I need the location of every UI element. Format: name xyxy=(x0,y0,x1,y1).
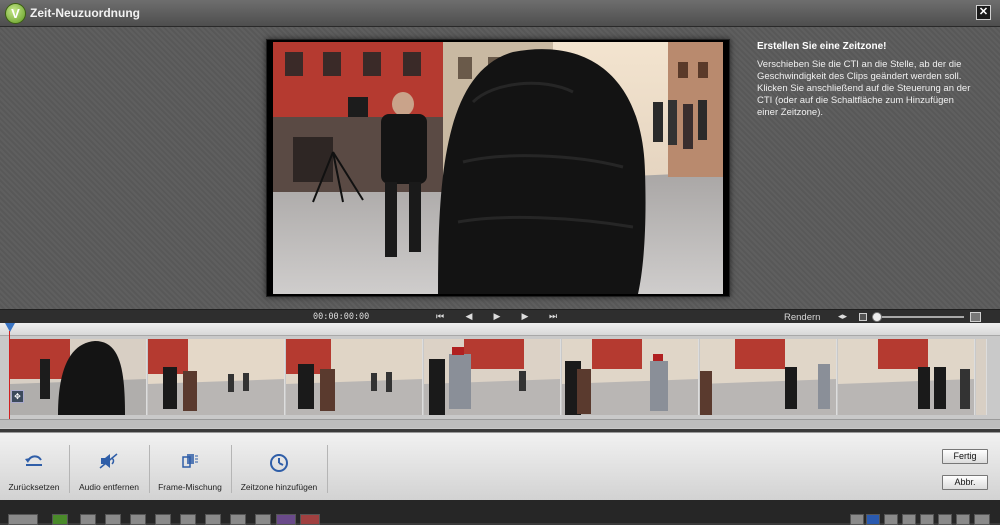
taskbar-item[interactable] xyxy=(130,514,146,525)
taskbar-item[interactable] xyxy=(80,514,96,525)
app-logo-icon: V xyxy=(5,3,26,24)
render-button[interactable]: Rendern xyxy=(784,312,820,323)
tray-icon[interactable] xyxy=(884,514,898,525)
remove-audio-label: Audio entfernen xyxy=(78,482,140,492)
taskbar-item[interactable] xyxy=(155,514,171,525)
timezone-handle-icon[interactable]: ✥ xyxy=(11,390,24,403)
tray-icon[interactable] xyxy=(938,514,952,525)
add-timezone-button[interactable]: Zeitzone hinzufügen xyxy=(232,433,326,501)
cancel-button[interactable]: Abbr. xyxy=(942,475,988,490)
toolbar-divider xyxy=(327,445,328,493)
go-to-start-button[interactable]: ⏮ xyxy=(433,311,447,322)
step-forward-button[interactable]: ▶ xyxy=(518,311,532,322)
step-back-button[interactable]: ◀ xyxy=(462,311,476,322)
zoom-out-icon[interactable] xyxy=(859,313,867,321)
reset-icon xyxy=(0,453,68,472)
clip-thumbnail xyxy=(562,339,699,415)
timeline[interactable]: ✥ xyxy=(0,323,1000,429)
instruction-title: Erstellen Sie eine Zeitzone! xyxy=(757,41,887,52)
tray-icon[interactable] xyxy=(920,514,934,525)
taskbar-item[interactable] xyxy=(300,514,320,525)
title-bar: V Zeit-Neuzuordnung ✕ xyxy=(0,0,1000,27)
zoom-in-icon[interactable] xyxy=(970,312,981,322)
clip-thumbnail-strip[interactable] xyxy=(10,339,987,415)
zoom-fit-icon[interactable]: ◂▸ xyxy=(838,311,847,322)
frame-blend-label: Frame-Mischung xyxy=(158,482,222,492)
tray-icon[interactable] xyxy=(974,514,990,525)
taskbar-item[interactable] xyxy=(180,514,196,525)
remove-audio-button[interactable]: Audio entfernen xyxy=(70,433,148,501)
window-title: Zeit-Neuzuordnung xyxy=(30,6,140,20)
taskbar-item[interactable] xyxy=(276,514,296,525)
timecode-display: 00:00:00:00 xyxy=(313,312,370,322)
transport-bar: 00:00:00:00 ⏮ ◀ ▶ ▶ ⏭ Rendern ◂▸ xyxy=(0,309,1000,324)
zoom-slider-handle[interactable] xyxy=(872,312,882,322)
cti-marker[interactable] xyxy=(5,323,15,332)
taskbar-item[interactable] xyxy=(52,514,68,525)
timeline-scrollbar[interactable] xyxy=(0,419,1000,428)
video-preview xyxy=(266,39,730,297)
frame-blend-icon xyxy=(150,453,230,474)
instruction-text: Verschieben Sie die CTI an die Stelle, a… xyxy=(757,59,971,118)
time-ruler[interactable] xyxy=(0,323,1000,336)
video-frame-image xyxy=(273,42,723,294)
taskbar-item[interactable] xyxy=(8,514,38,525)
reset-button[interactable]: Zurücksetzen xyxy=(0,433,68,501)
clip-thumbnail xyxy=(838,339,975,415)
done-button[interactable]: Fertig xyxy=(942,449,988,464)
clip-thumbnail xyxy=(10,339,147,415)
frame-blend-button[interactable]: Frame-Mischung xyxy=(150,433,230,501)
reset-label: Zurücksetzen xyxy=(8,482,60,492)
taskbar-item[interactable] xyxy=(255,514,271,525)
preview-area: Erstellen Sie eine Zeitzone! Verschieben… xyxy=(0,27,1000,309)
go-to-end-button[interactable]: ⏭ xyxy=(546,311,560,322)
audio-remove-icon xyxy=(70,453,148,474)
taskbar-item[interactable] xyxy=(105,514,121,525)
tray-icon[interactable] xyxy=(866,514,880,525)
taskbar-item[interactable] xyxy=(205,514,221,525)
clip-thumbnail xyxy=(148,339,285,415)
clip-thumbnail xyxy=(700,339,837,415)
tray-icon[interactable] xyxy=(902,514,916,525)
clip-thumbnail xyxy=(424,339,561,415)
add-timezone-label: Zeitzone hinzufügen xyxy=(240,482,318,492)
tray-icon[interactable] xyxy=(956,514,970,525)
bottom-toolbar: Zurücksetzen Audio entfernen Frame-Misch… xyxy=(0,432,1000,501)
clip-thumbnail xyxy=(976,339,987,415)
taskbar-item[interactable] xyxy=(230,514,246,525)
timezone-add-icon xyxy=(232,453,326,478)
os-taskbar xyxy=(0,500,1000,525)
play-button[interactable]: ▶ xyxy=(490,311,504,322)
tray-icon[interactable] xyxy=(850,514,864,525)
close-button[interactable]: ✕ xyxy=(976,5,991,20)
zoom-slider[interactable] xyxy=(872,316,964,318)
clip-thumbnail xyxy=(286,339,423,415)
cti-line[interactable] xyxy=(9,331,10,421)
